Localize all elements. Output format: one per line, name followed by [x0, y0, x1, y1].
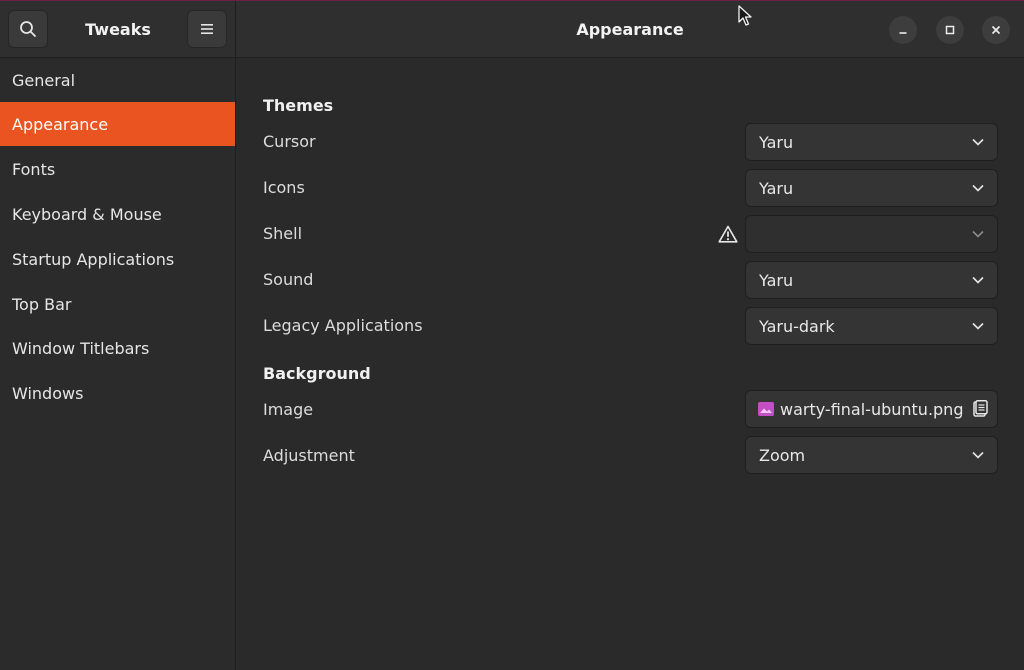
sound-label: Sound — [263, 270, 314, 289]
icons-theme-dropdown[interactable]: Yaru — [745, 169, 998, 207]
sidebar-item-label: General — [12, 70, 76, 90]
close-button[interactable] — [982, 16, 1010, 44]
minimize-button[interactable] — [889, 16, 917, 44]
chevron-down-icon — [971, 135, 985, 149]
icons-label: Icons — [263, 178, 305, 197]
sidebar-item-windows[interactable]: Windows — [0, 371, 235, 415]
sidebar-item-label: Top Bar — [12, 294, 72, 314]
maximize-button[interactable] — [936, 16, 964, 44]
background-adjustment-value: Zoom — [759, 445, 806, 465]
shell-theme-dropdown[interactable] — [745, 215, 998, 253]
icons-theme-value: Yaru — [759, 178, 794, 198]
document-open-icon — [973, 400, 988, 417]
cursor-theme-value: Yaru — [759, 132, 794, 152]
legacy-applications-theme-value: Yaru-dark — [759, 316, 835, 336]
tweaks-window: Tweaks Appearance General Appearance Fon… — [0, 0, 1024, 670]
cursor-theme-dropdown[interactable]: Yaru — [745, 123, 998, 161]
main-panel: Themes Cursor Yaru Icons Yaru Shell Soun… — [237, 58, 1024, 670]
sidebar-item-label: Keyboard & Mouse — [12, 204, 162, 224]
sidebar: General Appearance Fonts Keyboard & Mous… — [0, 58, 236, 670]
themes-section-title: Themes — [263, 96, 334, 115]
shell-label: Shell — [263, 224, 303, 243]
chevron-down-icon — [971, 448, 985, 462]
sidebar-item-startup-applications[interactable]: Startup Applications — [0, 237, 235, 281]
legacy-applications-label: Legacy Applications — [263, 316, 423, 335]
sidebar-item-fonts[interactable]: Fonts — [0, 147, 235, 191]
hamburger-menu-icon — [201, 24, 213, 34]
header-bar: Tweaks Appearance — [0, 1, 1024, 58]
header-bar-left: Tweaks — [0, 1, 236, 58]
sidebar-item-appearance[interactable]: Appearance — [0, 102, 235, 146]
cursor-label: Cursor — [263, 132, 316, 151]
chevron-down-icon — [971, 273, 985, 287]
maximize-icon — [945, 25, 955, 35]
sidebar-item-keyboard-mouse[interactable]: Keyboard & Mouse — [0, 192, 235, 236]
legacy-applications-theme-dropdown[interactable]: Yaru-dark — [745, 307, 998, 345]
image-label: Image — [263, 400, 314, 419]
sidebar-item-window-titlebars[interactable]: Window Titlebars — [0, 326, 235, 370]
sidebar-item-label: Fonts — [12, 159, 56, 179]
app-title: Tweaks — [85, 20, 151, 39]
adjustment-label: Adjustment — [263, 446, 355, 465]
background-image-filename: warty-final-ubuntu.png — [780, 399, 964, 419]
mouse-pointer-icon — [738, 5, 752, 26]
warning-icon — [717, 223, 739, 245]
image-file-icon — [758, 402, 774, 416]
search-icon — [20, 21, 36, 37]
sound-theme-dropdown[interactable]: Yaru — [745, 261, 998, 299]
close-icon — [991, 25, 1001, 35]
search-button[interactable] — [8, 10, 48, 48]
sidebar-item-general[interactable]: General — [0, 58, 235, 102]
chevron-down-icon — [971, 227, 985, 241]
sidebar-item-label: Windows — [12, 383, 84, 403]
sidebar-item-top-bar[interactable]: Top Bar — [0, 282, 235, 326]
sidebar-item-label: Startup Applications — [12, 249, 175, 269]
background-adjustment-dropdown[interactable]: Zoom — [745, 436, 998, 474]
main-menu-button[interactable] — [187, 10, 227, 48]
background-section-title: Background — [263, 364, 371, 383]
minimize-icon — [899, 32, 907, 34]
background-image-file-chooser[interactable]: warty-final-ubuntu.png — [745, 390, 998, 428]
sound-theme-value: Yaru — [759, 270, 794, 290]
chevron-down-icon — [971, 181, 985, 195]
sidebar-item-label: Appearance — [12, 114, 109, 134]
chevron-down-icon — [971, 319, 985, 333]
sidebar-item-label: Window Titlebars — [12, 338, 150, 358]
